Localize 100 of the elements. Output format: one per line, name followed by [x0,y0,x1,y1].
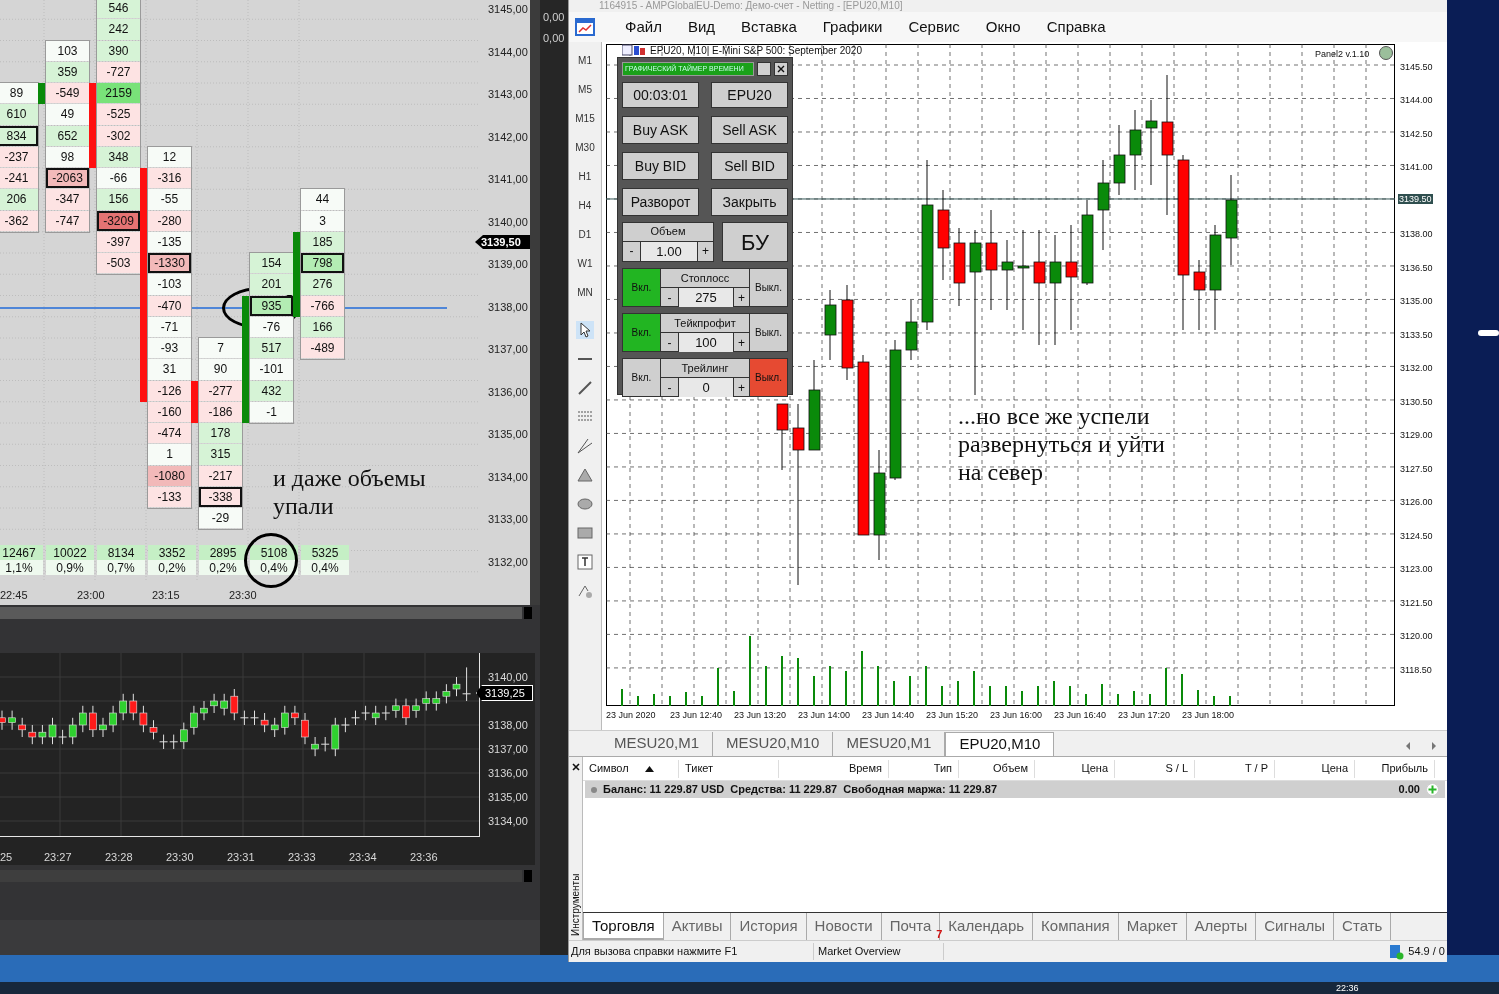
disable-button[interactable]: Выкл. [749,314,787,351]
timeframe-button[interactable]: D1 [578,226,592,255]
rectangle-icon[interactable] [576,524,594,542]
footprint-cell: 12 [148,146,191,167]
column-header[interactable]: Время [848,760,882,777]
cursor-icon[interactable] [576,321,594,339]
column-header[interactable]: Тикет [685,760,714,777]
bottom-tab[interactable]: Почта 7 [881,913,941,940]
bottom-tab[interactable]: Стать [1334,913,1392,940]
status-text: Для вызова справки нажмите F1 [569,943,814,960]
time-axis-label: 23:33 [288,850,316,865]
timeframe-button[interactable]: W1 [577,255,593,284]
status-text: Market Overview [814,943,944,960]
volume-percent: 0,4% [301,560,349,575]
increase-button[interactable]: + [697,241,713,261]
footprint-cell: 44 [301,189,344,210]
enable-button[interactable]: Вкл. [623,269,661,306]
bottom-tab[interactable]: Алерты [1186,913,1257,940]
order-button[interactable]: Разворот [622,188,699,216]
indicator-label: Panel2 v.1.10 [1315,48,1370,61]
column-header[interactable]: Прибыль [1381,760,1428,777]
footprint-cell: -525 [97,104,140,125]
trend-line-icon[interactable] [576,379,594,397]
footprint-cell: -747 [46,210,89,231]
bottom-tab[interactable]: Новости [806,913,882,940]
column-header[interactable]: Цена [1321,760,1348,777]
order-button[interactable]: Buy ASK [622,116,699,144]
connection-icon [1388,943,1405,960]
close-icon[interactable] [571,763,580,771]
price-axis-label: 3126.00 [1400,497,1433,508]
column-header[interactable]: T / P [1244,760,1268,777]
footprint-cell: -126 [148,380,191,401]
bottom-tab[interactable]: Сигналы [1256,913,1335,940]
triangle-icon[interactable] [576,466,594,484]
timeframe-button[interactable]: H4 [578,197,592,226]
symbol-display: EPU20 [711,82,788,108]
bottom-tab[interactable]: Торговля [583,913,664,940]
footprint-cell: 359 [46,61,89,82]
footprint-cell: 185 [301,231,344,252]
scroll-right-icon[interactable] [1431,742,1437,750]
menu-item[interactable]: Окно [985,15,1021,39]
bottom-tab[interactable]: Маркет [1118,913,1187,940]
footprint-cell: 3 [301,210,344,231]
column-header[interactable]: Объем [992,760,1028,777]
bottom-tab[interactable]: Активы [663,913,732,940]
footprint-cell: -241 [0,168,38,189]
order-button[interactable]: Закрыть [711,188,788,216]
footprint-cell: 7 [199,338,242,359]
menu-item[interactable]: Сервис [908,15,960,39]
timeframe-button[interactable]: MN [577,284,593,313]
setting-value: 275 [679,288,733,307]
current-price-tag: 3139,50 [475,235,532,249]
time-axis-label: 23:36 [410,850,438,865]
volume-control[interactable]: Объем - 1.00 + [622,222,714,262]
balance-summary: Баланс: 11 229.87 USD Средства: 11 229.87 Свободная маржа: 11 229.87 [603,782,997,798]
enable-button[interactable]: Вкл. [623,359,661,396]
add-icon[interactable] [1426,783,1439,796]
price-axis-label: 3132,00 [488,555,528,568]
footprint-cell: -101 [250,359,293,380]
chart-tab[interactable]: MESU20,M1 [601,732,714,756]
footprint-cell: -727 [97,61,140,82]
timeframe-button[interactable]: M1 [578,52,592,81]
text-icon[interactable] [576,553,594,571]
menu-item[interactable]: Графики [822,15,883,39]
bottom-tab[interactable]: Компания [1033,913,1119,940]
minimize-button[interactable] [757,62,771,76]
timeframe-button[interactable]: M15 [575,110,595,139]
footprint-cell: 242 [97,19,140,40]
enable-button[interactable]: Вкл. [623,314,661,351]
close-button[interactable] [774,62,788,76]
menu-item[interactable]: Вставка [741,15,797,39]
menu-item[interactable]: Справка [1046,15,1106,39]
scroll-left-icon[interactable] [1405,742,1411,750]
chart-tab[interactable]: EPU20,M10 [945,732,1055,756]
menu-item[interactable]: Файл [625,15,662,39]
column-header[interactable]: Цена [1081,760,1108,777]
order-button[interactable]: Sell BID [711,152,788,180]
order-button[interactable]: Sell ASK [711,116,788,144]
column-header[interactable]: S / L [1165,760,1188,777]
price-axis-label: 3144.00 [1400,95,1433,106]
column-header[interactable]: Символ [589,760,629,777]
order-button[interactable]: Buy BID [622,152,699,180]
timeframe-button[interactable]: H1 [578,168,592,197]
ellipse-icon[interactable] [576,495,594,513]
price-axis-label: 3132.00 [1400,363,1433,374]
bottom-tab[interactable]: История [731,913,807,940]
side-panel-label[interactable]: Инструменты [569,864,582,936]
footprint-cell: 276 [301,274,344,295]
disable-button[interactable]: Выкл. [749,359,787,396]
menu-item[interactable]: Вид [687,15,716,39]
column-header[interactable]: Тип [933,760,952,777]
fan-lines-icon[interactable] [576,437,594,455]
timeframe-button[interactable]: M30 [575,139,595,168]
disable-button[interactable]: Выкл. [749,269,787,306]
breakeven-button[interactable]: БУ [722,222,788,262]
footprint-cell: -302 [97,125,140,146]
timeframe-button[interactable]: M5 [578,81,592,110]
footprint-cell: -103 [148,274,191,295]
price-axis-label: 3143,00 [488,88,528,100]
chart-tab[interactable]: MESU20,M10 [713,732,834,756]
